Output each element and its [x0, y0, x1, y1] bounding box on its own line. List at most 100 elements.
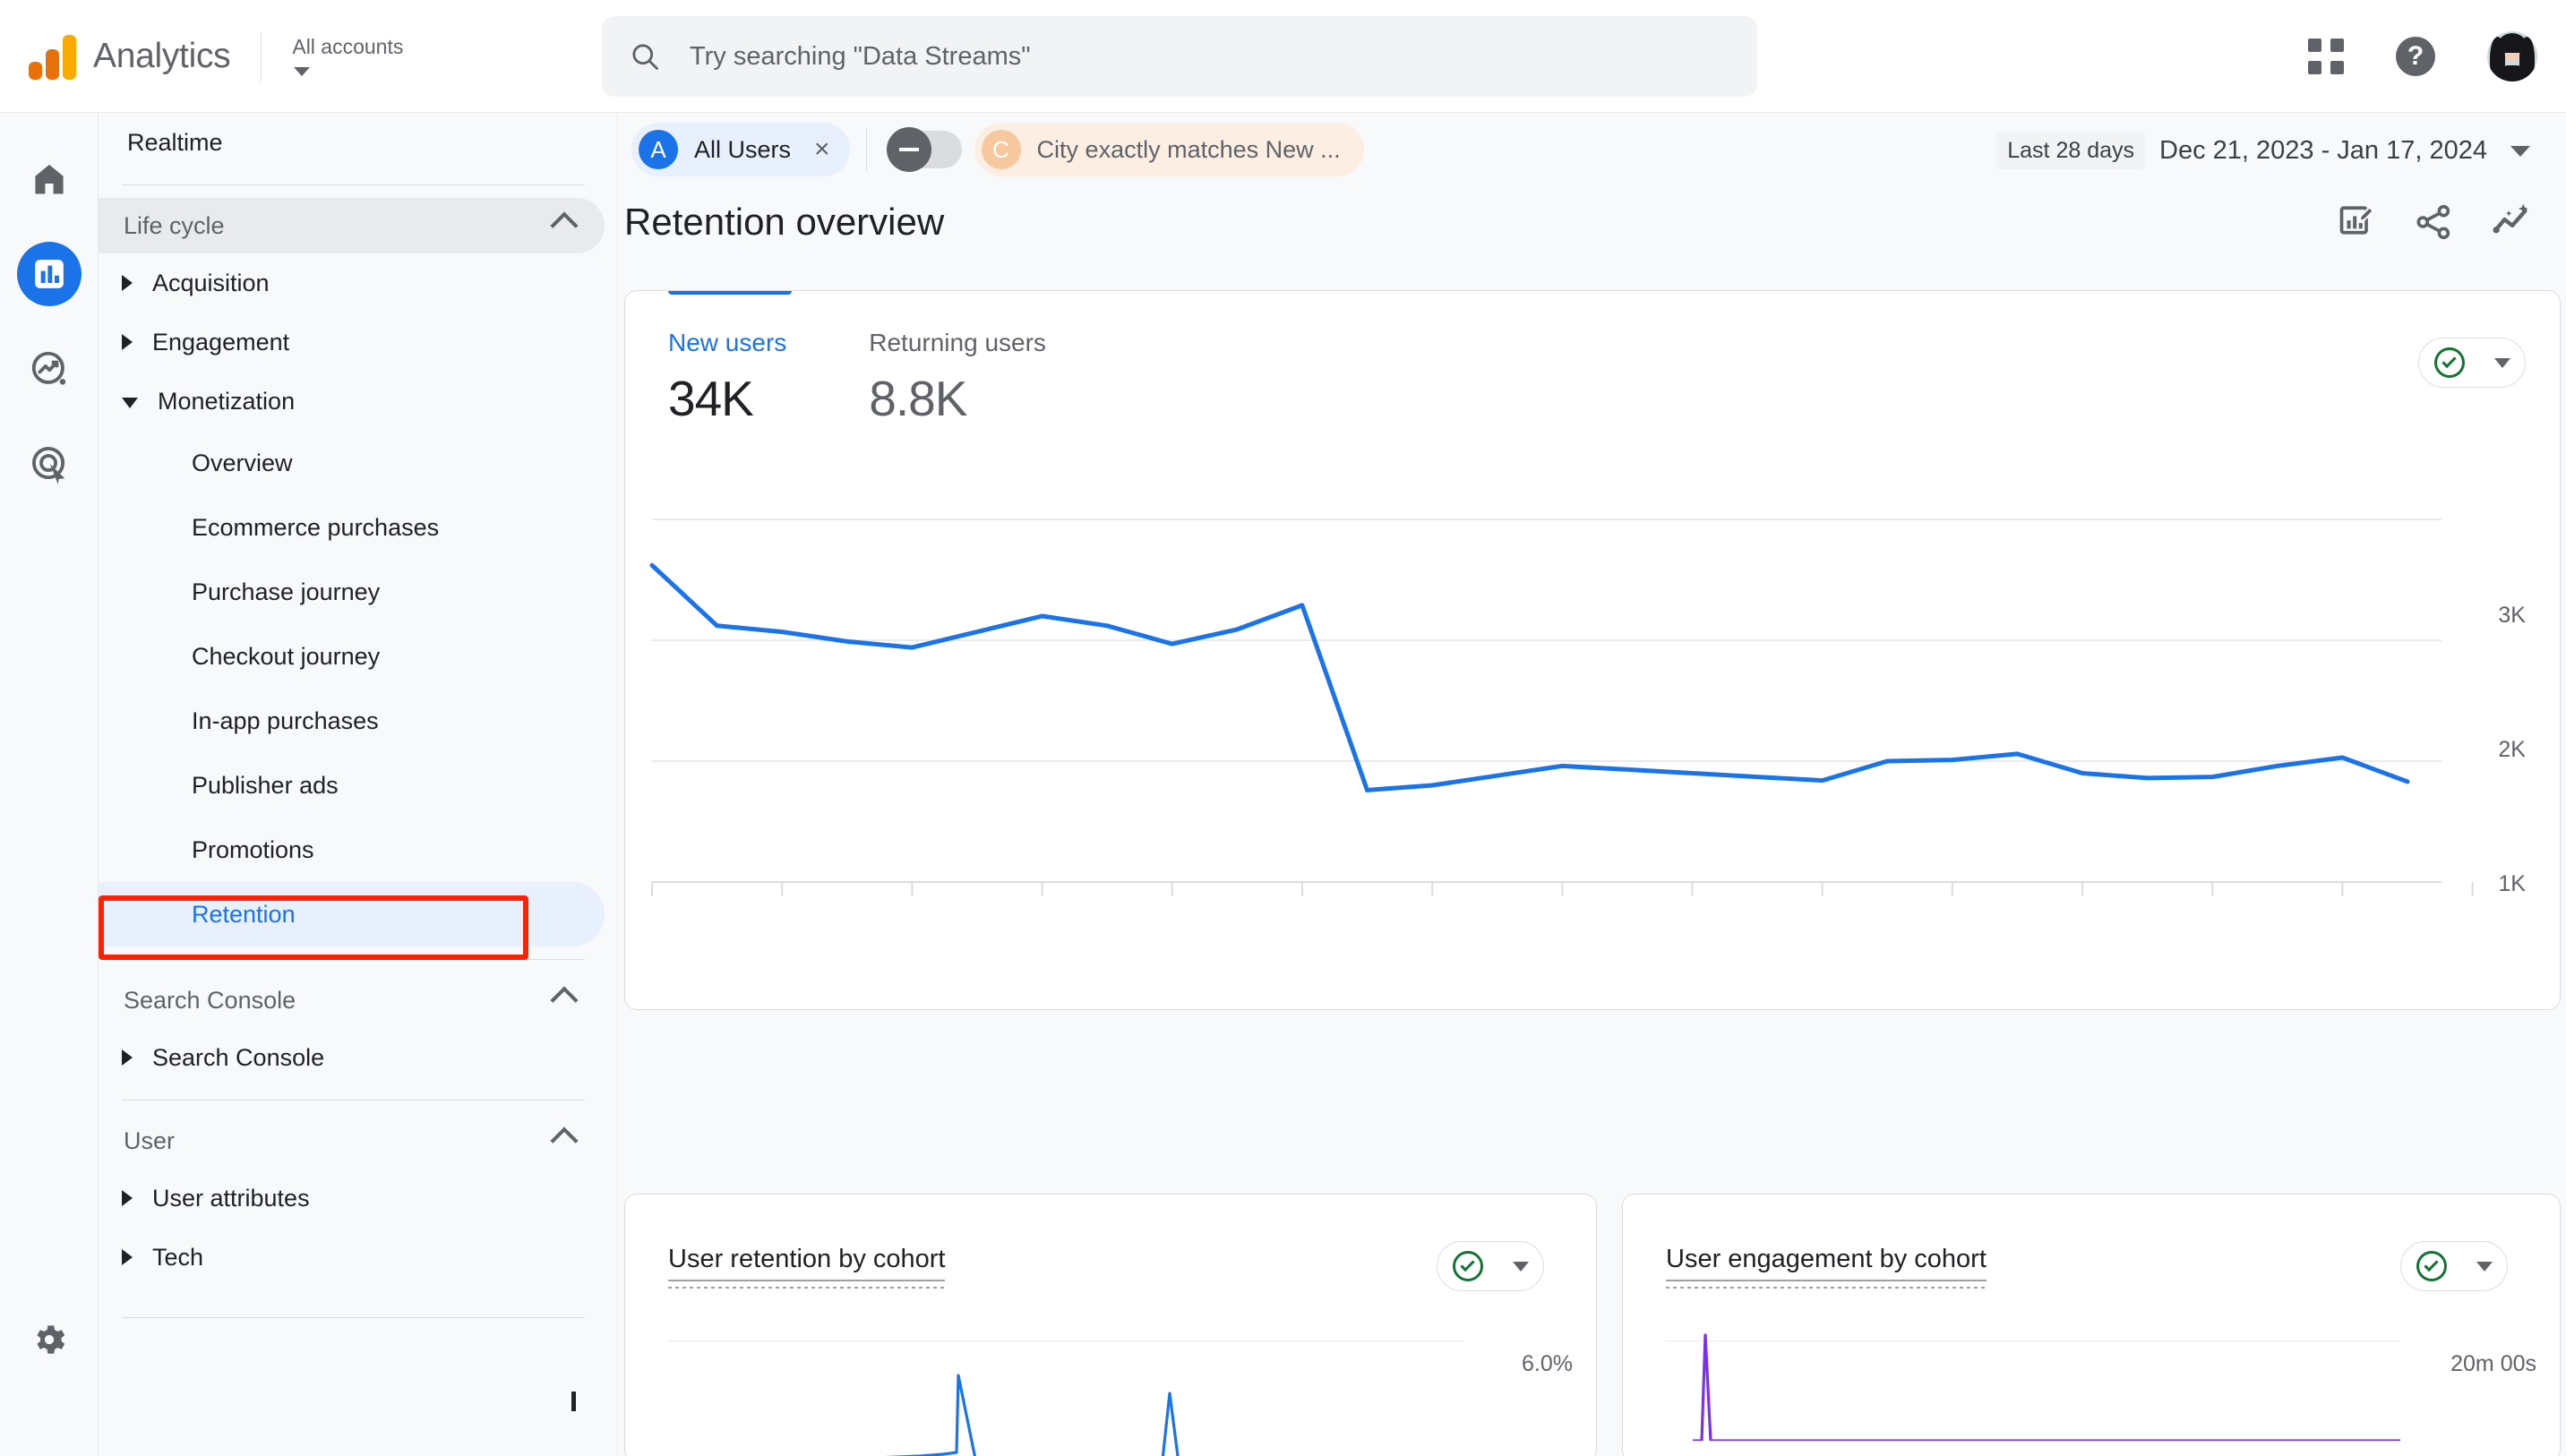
- overview-chart-card: New users 34K Returning users 8.8K 3K 2K…: [624, 290, 2561, 1010]
- nav-group-label: Life cycle: [124, 211, 225, 239]
- nav-group-label: User: [124, 1126, 176, 1154]
- tab-label: New users: [668, 329, 787, 356]
- account-selector[interactable]: All accounts: [292, 34, 404, 77]
- analytics-app: Analytics All accounts Try searching "Da…: [0, 0, 2566, 1456]
- nav-group-search-console[interactable]: Search Console: [99, 972, 605, 1028]
- reports-icon: [34, 260, 64, 288]
- retention-cohort-sparkline: [884, 1374, 1180, 1456]
- new-users-line-chart: [649, 518, 2474, 896]
- edit-report-icon[interactable]: [2337, 202, 2376, 242]
- sidebar-item-promotions[interactable]: Promotions: [99, 818, 605, 882]
- date-range-value: Dec 21, 2023 - Jan 17, 2024: [2159, 136, 2487, 165]
- divider: [122, 1100, 585, 1101]
- search-input[interactable]: Try searching "Data Streams": [602, 16, 1757, 97]
- divider: [122, 959, 585, 960]
- chevron-down-icon: [2476, 1261, 2493, 1272]
- sidebar-item-search-console[interactable]: Search Console: [99, 1028, 605, 1087]
- apps-grid-icon[interactable]: [2308, 39, 2344, 74]
- divider: [865, 128, 867, 171]
- main-content: A All Users × C City exactly matches New…: [619, 113, 2566, 1456]
- chevron-right-icon: [122, 275, 133, 291]
- home-icon: [34, 164, 64, 194]
- chevron-down-icon: [2493, 357, 2510, 368]
- insights-icon[interactable]: [2491, 201, 2532, 243]
- sidebar-item-purchase-journey[interactable]: Purchase journey: [99, 560, 605, 624]
- active-tab-indicator: [668, 291, 792, 295]
- check-circle-icon: [2416, 1251, 2447, 1281]
- brand-title: Analytics: [93, 36, 231, 75]
- chevron-up-icon: [550, 986, 579, 1015]
- sidebar-item-monetization[interactable]: Monetization: [99, 372, 605, 431]
- top-bar: Analytics All accounts Try searching "Da…: [0, 0, 2566, 113]
- chevron-down-icon: [122, 398, 138, 408]
- chart-series-line: [649, 562, 2410, 792]
- sidebar-item-retention[interactable]: Retention: [99, 882, 605, 946]
- user-engagement-by-cohort-card: User engagement by cohort 20m 00s 16m 40…: [1622, 1194, 2561, 1456]
- sidebar-item-checkout-journey[interactable]: Checkout journey: [99, 624, 605, 689]
- collapse-sidebar-button[interactable]: [571, 1392, 576, 1411]
- sidebar-item-advertising[interactable]: [17, 432, 82, 496]
- sidebar-item-realtime[interactable]: Realtime: [99, 113, 617, 172]
- analytics-logo-icon: [29, 33, 76, 80]
- divider: [122, 1317, 585, 1318]
- sidebar-item-home[interactable]: [17, 147, 82, 211]
- help-icon[interactable]: ?: [2396, 37, 2435, 76]
- chevron-right-icon: [122, 334, 133, 350]
- sidebar-item-tech[interactable]: Tech: [99, 1228, 605, 1287]
- divider: [122, 184, 585, 185]
- sidebar-item-ecommerce-purchases[interactable]: Ecommerce purchases: [99, 495, 605, 560]
- divider: [261, 30, 262, 81]
- sidebar-item-user-attributes[interactable]: User attributes: [99, 1169, 605, 1228]
- avatar[interactable]: [2487, 31, 2537, 81]
- user-retention-by-cohort-card: User retention by cohort 6.0%: [624, 1194, 1597, 1456]
- tab-value: 8.8K: [869, 371, 967, 426]
- page-actions: [2337, 201, 2532, 243]
- y-axis-tick: 3K: [2498, 603, 2526, 628]
- date-range-picker[interactable]: Last 28 days Dec 21, 2023 - Jan 17, 2024: [1996, 133, 2530, 169]
- sidebar-item-label: User attributes: [152, 1184, 310, 1212]
- report-navigation: Realtime Life cycle Acquisition Engageme…: [99, 113, 618, 1456]
- nav-group-user[interactable]: User: [99, 1113, 605, 1169]
- search-icon: [632, 44, 658, 70]
- y-axis-tick: 0: [2507, 1006, 2519, 1009]
- advertising-icon: [31, 447, 64, 484]
- card-title: User engagement by cohort: [1666, 1245, 1987, 1289]
- gridline: [668, 1340, 1465, 1341]
- status-badge[interactable]: [1437, 1241, 1544, 1291]
- sidebar-item-overview[interactable]: Overview: [99, 431, 605, 495]
- metric-tabs: New users 34K Returning users 8.8K: [625, 291, 2560, 427]
- chevron-up-icon: [550, 211, 579, 240]
- sidebar-item-label: Search Console: [152, 1043, 325, 1071]
- nav-group-label: Search Console: [124, 986, 296, 1014]
- chevron-down-icon: [1512, 1261, 1529, 1272]
- tab-returning-users[interactable]: Returning users 8.8K: [869, 329, 1046, 427]
- close-icon[interactable]: ×: [814, 136, 830, 163]
- comparison-chip-city[interactable]: C City exactly matches New ...: [974, 123, 1364, 176]
- check-circle-icon: [2433, 347, 2465, 378]
- nav-group-life-cycle[interactable]: Life cycle: [99, 198, 605, 253]
- sidebar-item-engagement[interactable]: Engagement: [99, 313, 605, 372]
- sidebar-item-acquisition[interactable]: Acquisition: [99, 253, 605, 313]
- search-placeholder: Try searching "Data Streams": [690, 41, 1031, 71]
- status-badge[interactable]: [2400, 1241, 2508, 1291]
- share-icon[interactable]: [2414, 202, 2453, 242]
- status-badge[interactable]: [2418, 338, 2526, 388]
- icon-rail: [0, 113, 99, 1456]
- chevron-down-icon: [2510, 145, 2530, 157]
- page-title: Retention overview: [624, 201, 945, 243]
- sidebar-item-reports[interactable]: [16, 242, 82, 306]
- sidebar-item-admin[interactable]: [17, 1307, 82, 1372]
- sidebar-item-label: Engagement: [152, 328, 290, 355]
- toggle-knob: [886, 127, 931, 172]
- segment-label: All Users: [694, 135, 792, 163]
- segment-chip-all-users[interactable]: A All Users ×: [631, 123, 850, 176]
- sidebar-item-explore[interactable]: [17, 337, 82, 401]
- sidebar-item-in-app-purchases[interactable]: In-app purchases: [99, 689, 605, 753]
- tab-new-users[interactable]: New users 34K: [668, 329, 786, 427]
- comparison-toggle[interactable]: [886, 127, 962, 172]
- tab-label: Returning users: [869, 329, 1046, 356]
- account-selector-label: All accounts: [292, 34, 404, 58]
- card-title: User retention by cohort: [668, 1245, 946, 1289]
- sidebar-item-publisher-ads[interactable]: Publisher ads: [99, 753, 605, 818]
- sidebar-item-label: Tech: [152, 1243, 204, 1271]
